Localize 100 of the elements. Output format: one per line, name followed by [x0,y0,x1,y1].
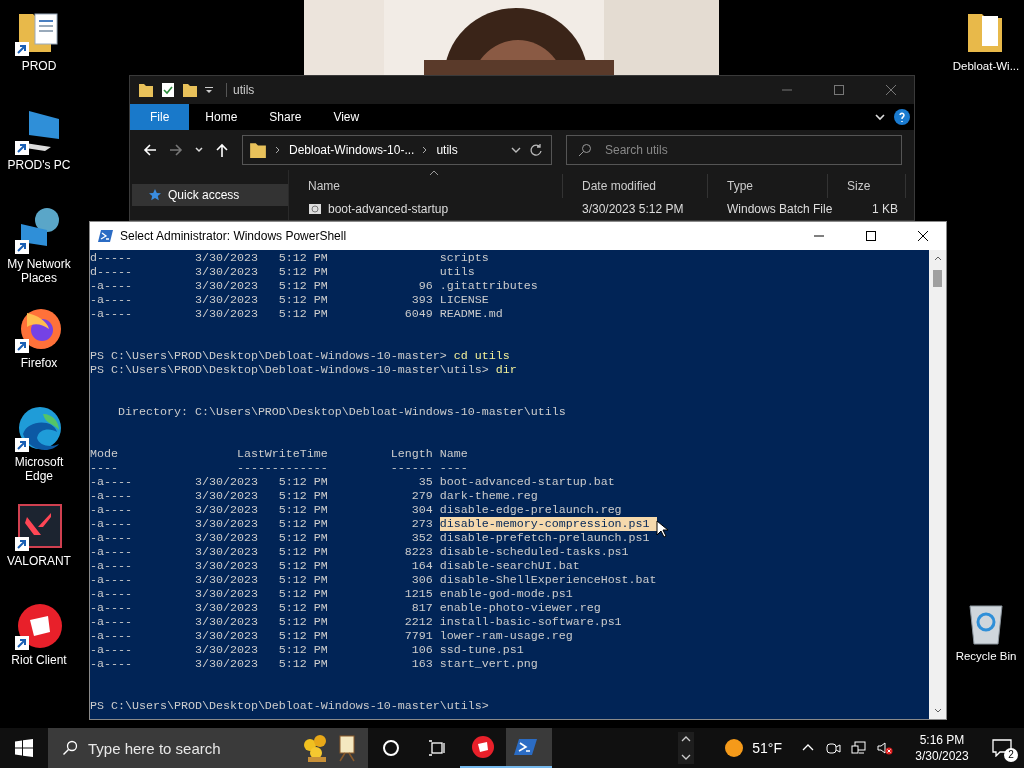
search-icon [62,740,78,756]
file-name: README.md [439,307,503,321]
scrollbar[interactable] [929,250,946,719]
volume-muted-icon[interactable] [877,740,893,756]
scroll-arrows-button[interactable] [678,732,695,764]
file-name[interactable]: boot-advanced-startup [328,202,449,216]
ribbon-tab[interactable]: Home [189,104,254,130]
powershell-icon [98,228,114,244]
desktop-shortcut[interactable]: PROD's PC [0,107,78,206]
desktop-shortcut[interactable]: Debloat-Wi... [949,8,1023,107]
file-name: lower-ram-usage.reg [439,629,573,643]
file-name: disable-prefetch-prelaunch.ps1 [439,531,650,545]
command-text: dir [495,363,517,377]
desktop-shortcut[interactable]: My Network Places [0,206,78,305]
file-name: LICENSE [439,293,489,307]
listing-info: -a---- 3/30/2023 5:12 PM 817 [90,601,434,615]
scroll-down-icon[interactable] [933,707,942,715]
browser-icon [15,404,63,452]
star-icon [148,188,162,202]
file-name: utils [439,265,475,279]
up-arrow-icon[interactable] [214,142,230,158]
nav-item[interactable]: Quick access [132,184,288,206]
task-view-icon [428,739,446,757]
file-name: disable-memory-compression.ps1 [439,517,657,531]
listing-info: d----- 3/30/2023 5:12 PM [90,265,329,279]
file-name: scripts [439,251,489,265]
listing-info: -a---- 3/30/2023 5:12 PM 163 [90,657,434,671]
v-logo-icon [15,503,63,551]
close-icon [917,230,929,242]
chevron-down-icon[interactable] [194,145,204,155]
table-cell-text: 3/30/2023 5:12 PM [581,202,685,216]
breadcrumb[interactable]: utils [436,143,458,157]
address-bar[interactable]: Debloat-Windows-10-... utils [242,135,552,165]
clock[interactable]: 5:16 PM 3/30/2023 [904,732,980,764]
listing-info: -a---- 3/30/2023 5:12 PM 352 [90,531,434,545]
notification-count: 2 [1004,748,1018,762]
file-name: boot-advanced-startup.bat [439,475,615,489]
network-icon[interactable] [851,740,867,756]
listing-info: -a---- 3/30/2023 5:12 PM 106 [90,643,434,657]
nav-label: Quick access [168,188,240,202]
desktop-shortcut[interactable]: Recycle Bin [949,598,1023,697]
checklist-icon [160,82,176,98]
column-header[interactable]: Size [828,174,906,198]
chevron-right-icon [274,146,282,154]
scroll-up-icon[interactable] [933,254,942,262]
date-text: 3/30/2023 [915,748,969,764]
listing-info: -a---- 3/30/2023 5:12 PM 164 [90,559,434,573]
search-field[interactable]: Search utils [566,135,902,165]
listing-info: -a---- 3/30/2023 5:12 PM 6049 [90,307,434,321]
folder-icon [182,82,198,98]
file-name: enable-photo-viewer.reg [439,601,601,615]
file-name: disable-searchUI.bat [439,559,580,573]
sun-icon[interactable] [724,738,745,758]
desktop-shortcut[interactable]: VALORANT [0,503,78,602]
weather-temperature[interactable]: 51°F [752,740,782,756]
window-title: Select Administrator: Windows PowerShell [120,229,347,243]
listing-info: -a---- 3/30/2023 5:12 PM 393 [90,293,434,307]
ribbon-tab[interactable]: View [317,104,376,130]
file-name: install-basic-software.ps1 [439,615,622,629]
listing-info: -a---- 3/30/2023 5:12 PM 7791 [90,629,434,643]
listing-info: -a---- 3/30/2023 5:12 PM 96 [90,279,434,293]
help-icon[interactable] [894,109,910,125]
desktop-shortcut[interactable]: PROD [0,8,78,107]
listing-info: -a---- 3/30/2023 5:12 PM 273 [90,517,434,531]
close-icon [885,84,897,96]
file-name: disable-edge-prelaunch.reg [439,503,622,517]
sort-caret-icon [429,170,439,176]
output-text: Mode LastWriteTime Length Name [90,447,468,461]
search-icon [578,143,592,157]
chevron-down-icon[interactable] [874,111,886,123]
desktop-shortcut[interactable]: Firefox [0,305,78,404]
back-arrow-icon[interactable] [142,142,158,158]
ribbon-tab[interactable]: Share [253,104,318,130]
breadcrumb[interactable]: Debloat-Windows-10-... [289,143,415,157]
maximize-icon [833,84,845,96]
notifications-button[interactable]: 2 [980,728,1024,768]
listing-info: -a---- 3/30/2023 5:12 PM 35 [90,475,434,489]
listing-info: -a---- 3/30/2023 5:12 PM 8223 [90,545,434,559]
column-header[interactable]: Name [289,174,563,198]
listing-info: -a---- 3/30/2023 5:12 PM 279 [90,489,434,503]
output-text: Directory: C:\Users\PROD\Desktop\Debloat-Windows-10-master\utils [116,405,566,419]
file-name: start_vert.png [439,657,538,671]
listing-info: -a---- 3/30/2023 5:12 PM 1215 [90,587,434,601]
file-name: disable-scheduled-tasks.ps1 [439,545,629,559]
taskbar-search-field[interactable]: Type here to search [48,728,368,768]
camera-icon[interactable] [825,740,841,756]
scrollbar-thumb[interactable] [933,270,942,287]
listing-info: d----- 3/30/2023 5:12 PM [90,251,329,265]
forward-arrow-icon[interactable] [168,142,184,158]
refresh-icon[interactable] [529,143,543,157]
file-name: disable-ShellExperienceHost.bat [439,573,657,587]
ribbon-tab[interactable]: File [130,104,190,130]
desktop-shortcut[interactable]: Riot Client [0,602,78,701]
mouse-pointer-icon [656,520,668,538]
gear-file-icon [308,202,322,216]
folder-icon [249,141,267,159]
column-header[interactable]: Type [708,174,828,198]
desktop-shortcut[interactable]: Microsoft Edge [0,404,78,503]
listing-info: -a---- 3/30/2023 5:12 PM 304 [90,503,434,517]
column-header[interactable]: Date modified [563,174,708,198]
